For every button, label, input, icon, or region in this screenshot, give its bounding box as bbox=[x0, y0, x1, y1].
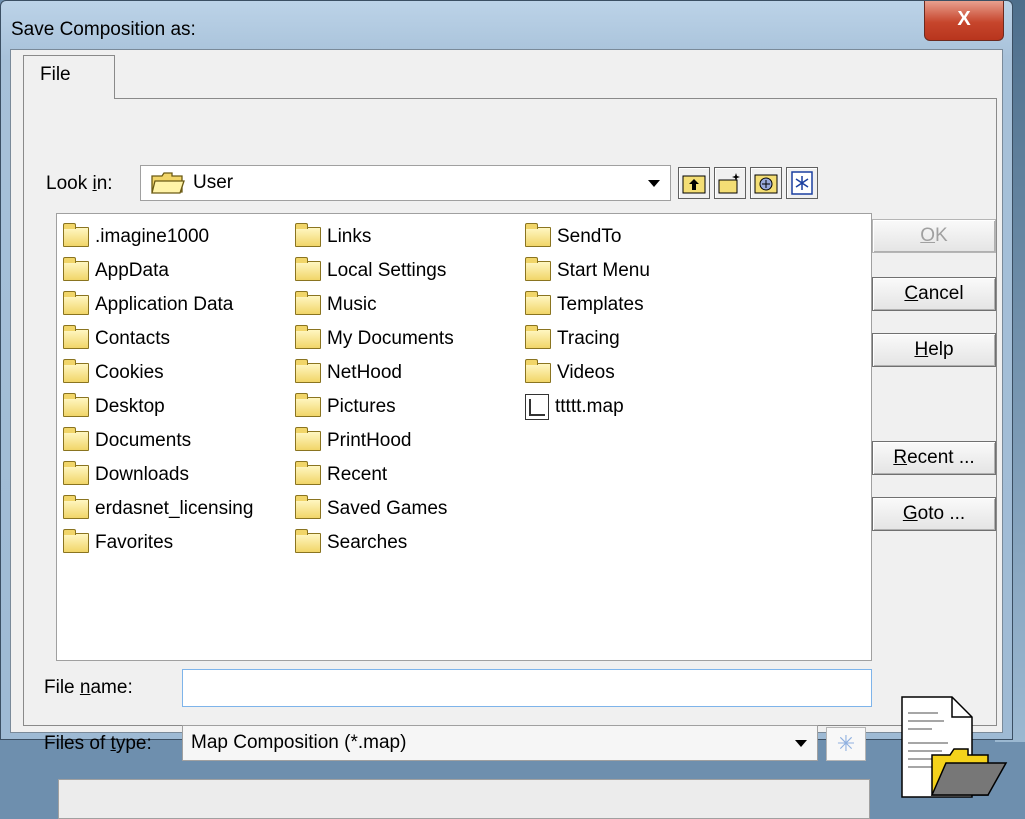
folder-icon bbox=[63, 325, 89, 349]
tab-file[interactable]: File bbox=[23, 55, 115, 99]
folder-icon bbox=[63, 223, 89, 247]
list-item[interactable]: Contacts bbox=[63, 322, 253, 356]
folder-icon bbox=[295, 325, 321, 349]
folder-icon bbox=[525, 359, 551, 383]
folder-icon bbox=[295, 393, 321, 417]
goto-button[interactable]: Goto ... bbox=[872, 497, 996, 531]
list-item[interactable]: Tracing bbox=[525, 322, 650, 356]
folder-icon bbox=[295, 529, 321, 553]
file-column-2: Links Local Settings Music My Documents … bbox=[295, 220, 454, 560]
list-item[interactable]: Links bbox=[295, 220, 454, 254]
folder-icon bbox=[63, 359, 89, 383]
list-item[interactable]: erdasnet_licensing bbox=[63, 492, 253, 526]
folder-icon bbox=[295, 291, 321, 315]
list-item[interactable]: Recent bbox=[295, 458, 454, 492]
dialog-title: Save Composition as: bbox=[11, 19, 196, 40]
filter-icon bbox=[791, 171, 813, 195]
folder-icon bbox=[295, 359, 321, 383]
folder-icon bbox=[295, 495, 321, 519]
folder-icon bbox=[525, 325, 551, 349]
list-item[interactable]: Searches bbox=[295, 526, 454, 560]
chevron-down-icon[interactable] bbox=[648, 180, 660, 187]
list-item[interactable]: Saved Games bbox=[295, 492, 454, 526]
list-item[interactable]: Music bbox=[295, 288, 454, 322]
new-folder-icon bbox=[718, 173, 740, 194]
list-item[interactable]: Downloads bbox=[63, 458, 253, 492]
catalog-icon bbox=[754, 174, 778, 194]
folder-icon bbox=[525, 223, 551, 247]
dialog-client: File Look in: User .imagine1000 AppData … bbox=[10, 49, 1008, 819]
list-item[interactable]: .imagine1000 bbox=[63, 220, 253, 254]
new-folder-button[interactable] bbox=[714, 167, 746, 199]
file-type-dropdown[interactable]: Map Composition (*.map) bbox=[182, 725, 818, 761]
title-bar[interactable]: Save Composition as: X bbox=[1, 1, 1012, 49]
look-in-label: Look in: bbox=[46, 173, 113, 194]
ok-button[interactable]: OK bbox=[872, 219, 996, 253]
folder-icon bbox=[63, 495, 89, 519]
close-button[interactable]: X bbox=[924, 1, 1004, 41]
folder-icon bbox=[63, 291, 89, 315]
folder-icon bbox=[63, 461, 89, 485]
list-item[interactable]: Pictures bbox=[295, 390, 454, 424]
file-column-1: .imagine1000 AppData Application Data Co… bbox=[63, 220, 253, 560]
file-column-3: SendTo Start Menu Templates Tracing Vide… bbox=[525, 220, 650, 424]
save-document-icon bbox=[901, 696, 1008, 798]
file-type-value: Map Composition (*.map) bbox=[191, 732, 407, 753]
folder-icon bbox=[63, 393, 89, 417]
list-item[interactable]: AppData bbox=[63, 254, 253, 288]
file-tab-panel: Look in: User .imagine1000 AppData Appli… bbox=[23, 98, 1008, 819]
list-item[interactable]: NetHood bbox=[295, 356, 454, 390]
file-name-field[interactable] bbox=[182, 669, 872, 707]
folder-icon bbox=[63, 257, 89, 281]
asterisk-icon: ✳ bbox=[836, 731, 856, 756]
list-item[interactable]: Videos bbox=[525, 356, 650, 390]
list-item[interactable]: Desktop bbox=[63, 390, 253, 424]
folder-icon bbox=[525, 257, 551, 281]
list-item[interactable]: Local Settings bbox=[295, 254, 454, 288]
cancel-button[interactable]: Cancel bbox=[872, 277, 996, 311]
folder-icon bbox=[295, 257, 321, 281]
folder-icon bbox=[295, 427, 321, 451]
recent-button[interactable]: Recent ... bbox=[872, 441, 996, 475]
folder-icon bbox=[295, 223, 321, 247]
file-type-label: Files of type: bbox=[44, 733, 152, 754]
list-item[interactable]: Documents bbox=[63, 424, 253, 458]
chevron-down-icon[interactable] bbox=[795, 740, 807, 747]
up-folder-icon bbox=[682, 175, 706, 194]
status-bar bbox=[58, 779, 870, 819]
list-item[interactable]: Start Menu bbox=[525, 254, 650, 288]
file-name-label: File name: bbox=[44, 677, 133, 698]
list-item[interactable]: Favorites bbox=[63, 526, 253, 560]
list-item[interactable]: Cookies bbox=[63, 356, 253, 390]
list-item[interactable]: Application Data bbox=[63, 288, 253, 322]
list-item[interactable]: ttttt.map bbox=[525, 390, 650, 424]
folder-icon bbox=[525, 291, 551, 315]
open-folder-icon bbox=[151, 172, 185, 194]
file-type-filter-button[interactable]: ✳ bbox=[826, 727, 866, 761]
list-item[interactable]: My Documents bbox=[295, 322, 454, 356]
folder-icon bbox=[295, 461, 321, 485]
folder-icon bbox=[63, 529, 89, 553]
help-button[interactable]: Help bbox=[872, 333, 996, 367]
list-item[interactable]: Templates bbox=[525, 288, 650, 322]
up-folder-button[interactable] bbox=[678, 167, 710, 199]
map-file-icon bbox=[525, 394, 549, 420]
save-dialog: Save Composition as: X File Look in: Use… bbox=[0, 0, 1013, 819]
list-item[interactable]: PrintHood bbox=[295, 424, 454, 458]
look-in-value: User bbox=[193, 172, 234, 193]
catalog-button[interactable] bbox=[750, 167, 782, 199]
folder-icon bbox=[63, 427, 89, 451]
list-item[interactable]: SendTo bbox=[525, 220, 650, 254]
look-in-dropdown[interactable]: User bbox=[140, 165, 671, 201]
file-list[interactable]: .imagine1000 AppData Application Data Co… bbox=[56, 213, 872, 661]
filter-button[interactable] bbox=[786, 167, 818, 199]
